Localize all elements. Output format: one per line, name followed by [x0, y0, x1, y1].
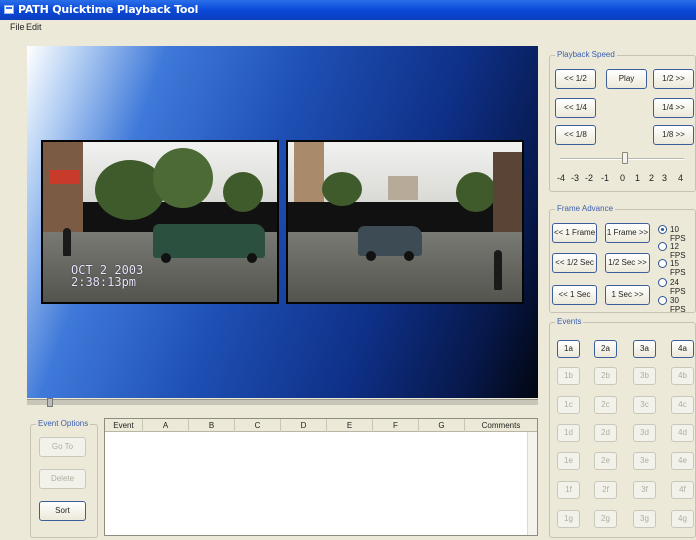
video-panel: OCT 2 2003 2:38:13pm [27, 46, 538, 398]
delete-button[interactable]: Delete [39, 469, 86, 489]
faster-quarter-button[interactable]: 1/4 >> [653, 98, 694, 118]
column-header[interactable]: G [419, 419, 465, 432]
menu-edit[interactable]: Edit [26, 22, 42, 32]
fps-10-radio[interactable] [658, 225, 667, 234]
event-button[interactable]: 2a [594, 340, 617, 358]
scale-tick: 3 [662, 173, 668, 183]
event-button[interactable]: 3c [633, 396, 656, 414]
speed-slider-thumb[interactable] [622, 152, 628, 164]
column-header[interactable]: D [281, 419, 327, 432]
forward-half-sec-button[interactable]: 1/2 Sec >> [605, 253, 650, 273]
scale-tick: -2 [585, 173, 594, 183]
event-button[interactable]: 1d [557, 424, 580, 442]
events-table[interactable]: Event A B C D E F G Comments [104, 418, 538, 536]
slower-half-button[interactable]: << 1/2 [555, 69, 596, 89]
table-header: Event A B C D E F G Comments [105, 419, 537, 432]
column-header[interactable]: A [143, 419, 189, 432]
event-button[interactable]: 3f [633, 481, 656, 499]
event-button[interactable]: 3e [633, 452, 656, 470]
column-header[interactable]: E [327, 419, 373, 432]
timeline-scrubber[interactable] [27, 398, 538, 407]
timeline-thumb[interactable] [47, 398, 53, 407]
scale-tick: 4 [678, 173, 684, 183]
back-half-sec-button[interactable]: << 1/2 Sec [552, 253, 597, 273]
scale-tick: 1 [635, 173, 641, 183]
scale-tick: -3 [571, 173, 580, 183]
play-button[interactable]: Play [606, 69, 647, 89]
fps-30-label: 30 FPS [670, 296, 686, 314]
event-button[interactable]: 4e [671, 452, 694, 470]
scale-tick: 2 [649, 173, 655, 183]
camera-view-right [286, 140, 524, 304]
video-timestamp: OCT 2 2003 2:38:13pm [71, 263, 144, 289]
event-button[interactable]: 2b [594, 367, 617, 385]
event-button[interactable]: 4g [671, 510, 694, 528]
scale-tick: -1 [601, 173, 610, 183]
event-button[interactable]: 4d [671, 424, 694, 442]
faster-eighth-button[interactable]: 1/8 >> [653, 125, 694, 145]
event-button[interactable]: 1g [557, 510, 580, 528]
event-button[interactable]: 3a [633, 340, 656, 358]
slower-quarter-button[interactable]: << 1/4 [555, 98, 596, 118]
event-button[interactable]: 1b [557, 367, 580, 385]
back-1-sec-button[interactable]: << 1 Sec [552, 285, 597, 305]
event-button[interactable]: 1a [557, 340, 580, 358]
event-button[interactable]: 2c [594, 396, 617, 414]
frame-advance-label: Frame Advance [555, 204, 616, 213]
fps-15-radio[interactable] [658, 259, 667, 268]
event-button[interactable]: 3g [633, 510, 656, 528]
column-header[interactable]: F [373, 419, 419, 432]
column-header[interactable]: Comments [465, 419, 537, 432]
slower-eighth-button[interactable]: << 1/8 [555, 125, 596, 145]
forward-1-frame-button[interactable]: 1 Frame >> [605, 223, 650, 243]
event-button[interactable]: 2f [594, 481, 617, 499]
event-button[interactable]: 4a [671, 340, 694, 358]
fps-30-radio[interactable] [658, 296, 667, 305]
window-title: PATH Quicktime Playback Tool [18, 3, 199, 16]
scale-tick: -4 [557, 173, 566, 183]
column-header[interactable]: B [189, 419, 235, 432]
event-button[interactable]: 4f [671, 481, 694, 499]
events-label: Events [555, 317, 584, 326]
scale-tick: 0 [620, 173, 626, 183]
event-button[interactable]: 2d [594, 424, 617, 442]
fps-24-radio[interactable] [658, 278, 667, 287]
forward-1-sec-button[interactable]: 1 Sec >> [605, 285, 650, 305]
sort-button[interactable]: Sort [39, 501, 86, 521]
fps-24-label: 24 FPS [670, 278, 686, 296]
event-options-label: Event Options [36, 419, 91, 428]
title-bar: PATH Quicktime Playback Tool [0, 0, 696, 20]
table-scrollbar[interactable] [527, 432, 537, 535]
event-button[interactable]: 2g [594, 510, 617, 528]
faster-half-button[interactable]: 1/2 >> [653, 69, 694, 89]
event-button[interactable]: 4b [671, 367, 694, 385]
back-1-frame-button[interactable]: << 1 Frame [552, 223, 597, 243]
event-button[interactable]: 3b [633, 367, 656, 385]
column-header[interactable]: Event [105, 419, 143, 432]
fps-15-label: 15 FPS [670, 259, 686, 277]
playback-speed-label: Playback Speed [555, 50, 617, 59]
goto-button[interactable]: Go To [39, 437, 86, 457]
column-header[interactable]: C [235, 419, 281, 432]
event-button[interactable]: 3d [633, 424, 656, 442]
fps-12-radio[interactable] [658, 242, 667, 251]
camera-view-left: OCT 2 2003 2:38:13pm [41, 140, 279, 304]
event-button[interactable]: 1e [557, 452, 580, 470]
fps-10-label: 10 FPS [670, 225, 686, 243]
app-icon [4, 5, 14, 14]
event-button[interactable]: 1f [557, 481, 580, 499]
fps-12-label: 12 FPS [670, 242, 686, 260]
event-button[interactable]: 1c [557, 396, 580, 414]
event-button[interactable]: 4c [671, 396, 694, 414]
menu-bar: File Edit [0, 20, 696, 36]
event-button[interactable]: 2e [594, 452, 617, 470]
menu-file[interactable]: File [10, 22, 25, 32]
